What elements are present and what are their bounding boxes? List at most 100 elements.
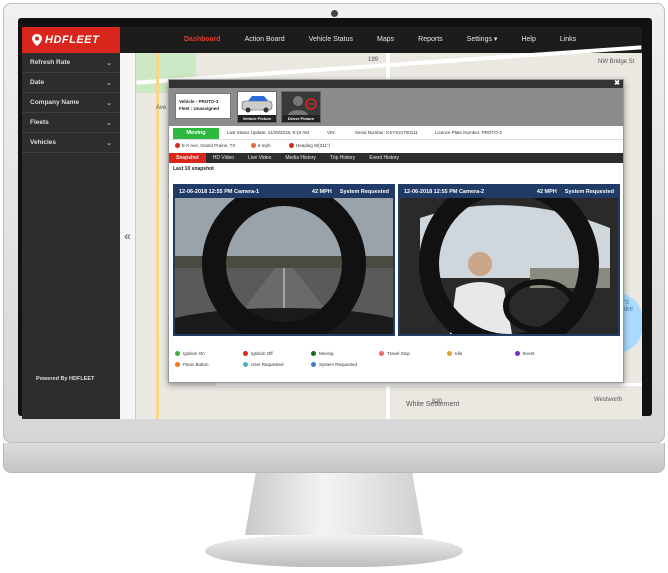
chevron-down-icon: ⌄ bbox=[106, 99, 112, 107]
location-pin-icon bbox=[32, 34, 42, 46]
heading-text: Heading W(311°) bbox=[296, 143, 331, 148]
tab-media-history[interactable]: Media History bbox=[278, 153, 323, 163]
legend-dot bbox=[175, 362, 180, 367]
map-road bbox=[216, 383, 642, 386]
monitor-stand-neck bbox=[245, 473, 423, 535]
chevron-down-icon: ⌄ bbox=[106, 119, 112, 127]
legend-dot bbox=[379, 351, 384, 356]
tab-event-history[interactable]: Event History bbox=[362, 153, 406, 163]
legend-label: Panic Button bbox=[183, 362, 209, 367]
monitor-chin bbox=[3, 443, 665, 473]
event-legend: Ignition On Ignition Off Moving Travel S… bbox=[169, 348, 623, 374]
nav-vehicle-status[interactable]: Vehicle Status bbox=[297, 27, 365, 53]
camera-2-trigger: System Requested bbox=[564, 189, 614, 195]
brand-logo[interactable]: HDFLEET bbox=[22, 27, 120, 53]
address-text: E K Ave, Grand Prairie, TX bbox=[182, 143, 236, 148]
webcam-dot bbox=[331, 10, 338, 17]
status-badge: Moving bbox=[173, 128, 219, 139]
snapshot-title: Last 10 snapshot bbox=[173, 166, 214, 172]
camera-1-trigger: System Requested bbox=[339, 189, 389, 195]
nav-help[interactable]: Help bbox=[509, 27, 547, 53]
sidebar-item-vehicles[interactable]: Vehicles ⌄ bbox=[22, 133, 120, 153]
chevron-down-icon: ⌄ bbox=[106, 79, 112, 87]
modal-header: ✖ bbox=[169, 80, 623, 88]
heading-item: Heading W(311°) bbox=[289, 143, 330, 148]
camera-2-header: 12-06-2018 12:55 PM Camera-2 42 MPH Syst… bbox=[400, 186, 618, 198]
vehicle-strip: Vehicle : PROTO-3 Fleet : Unassigned Veh… bbox=[169, 88, 623, 126]
fleet-label: Fleet : Unassigned bbox=[179, 106, 220, 111]
nav-dashboard[interactable]: Dashboard bbox=[172, 27, 233, 53]
vehicle-info-card: Vehicle : PROTO-3 Fleet : Unassigned bbox=[175, 93, 231, 119]
filter-sidebar: Refresh Rate ⌄ Date ⌄ Company Name ⌄ Fle… bbox=[22, 53, 120, 419]
driver-picture-caption: Driver Picture bbox=[282, 115, 320, 122]
legend-label: System Requested bbox=[319, 362, 358, 367]
sidebar-item-label: Vehicles bbox=[30, 139, 57, 146]
legend-label: Idle bbox=[455, 351, 463, 356]
driver-picture-thumb[interactable]: Driver Picture bbox=[281, 91, 321, 123]
legend-item: User Requested bbox=[243, 362, 284, 367]
legend-label: User Requested bbox=[251, 362, 284, 367]
sidebar-item-label: Fleets bbox=[30, 119, 49, 126]
top-navbar: HDFLEET Dashboard Action Board Vehicle S… bbox=[22, 27, 642, 53]
legend-label: Ignition Off bbox=[251, 351, 273, 356]
nav-reports[interactable]: Reports bbox=[406, 27, 455, 53]
camera-2-cabin-image bbox=[400, 198, 618, 334]
map-label: 199 bbox=[368, 57, 379, 63]
vehicle-picture-thumb[interactable]: Vehicle Picture bbox=[237, 91, 277, 123]
licence-plate: Licence Plate Number: PROTO-3 bbox=[435, 130, 502, 135]
camera-1-speed: 42 MPH bbox=[311, 189, 332, 195]
tab-snapshot[interactable]: Snapshot bbox=[169, 153, 206, 163]
legend-item: Moving bbox=[311, 351, 334, 356]
vehicle-label: Vehicle : PROTO-3 bbox=[179, 99, 219, 104]
chevron-down-icon: ⌄ bbox=[106, 139, 112, 147]
legend-item: Idle bbox=[447, 351, 462, 356]
vehicle-details-modal: ✖ Vehicle : PROTO-3 Fleet : Unassigned V… bbox=[168, 79, 624, 383]
location-pin-icon bbox=[175, 143, 180, 148]
nav-maps[interactable]: Maps bbox=[365, 27, 406, 53]
media-tabs: Snapshot HD Video Live Video Media Histo… bbox=[169, 153, 623, 163]
car-icon bbox=[241, 96, 273, 113]
location-row: E K Ave, Grand Prairie, TX 8 mph Heading… bbox=[169, 141, 623, 152]
legend-item: System Requested bbox=[311, 362, 357, 367]
sidebar-item-fleets[interactable]: Fleets ⌄ bbox=[22, 113, 120, 133]
legend-item: Travel Stop bbox=[379, 351, 410, 356]
serial-number: Serial Number: KSYS21700111 bbox=[355, 130, 418, 135]
main-nav: Dashboard Action Board Vehicle Status Ma… bbox=[172, 27, 588, 53]
chevron-down-icon: ⌄ bbox=[106, 59, 112, 67]
legend-item: Panic Button bbox=[175, 362, 209, 367]
speed-item: 8 mph bbox=[251, 143, 271, 148]
camera-1-road-image bbox=[175, 198, 393, 334]
address-item: E K Ave, Grand Prairie, TX bbox=[175, 143, 235, 148]
legend-dot bbox=[311, 362, 316, 367]
sidebar-item-label: Company Name bbox=[30, 99, 80, 106]
legend-dot bbox=[447, 351, 452, 356]
legend-item: Ignition Off bbox=[243, 351, 273, 356]
sidebar-item-company-name[interactable]: Company Name ⌄ bbox=[22, 93, 120, 113]
sidebar-collapse-button[interactable]: « bbox=[120, 53, 136, 419]
legend-label: Travel Stop bbox=[387, 351, 410, 356]
nav-action-board[interactable]: Action Board bbox=[233, 27, 297, 53]
camera-2-panel[interactable]: 12-06-2018 12:55 PM Camera-2 42 MPH Syst… bbox=[398, 184, 620, 336]
vehicle-picture-caption: Vehicle Picture bbox=[238, 115, 276, 122]
legend-dot bbox=[243, 351, 248, 356]
legend-label: Event bbox=[523, 351, 535, 356]
tab-live-video[interactable]: Live Video bbox=[241, 153, 278, 163]
legend-item: Event bbox=[515, 351, 535, 356]
map-label: NW Bridge St bbox=[598, 59, 635, 65]
camera-1-header: 12-06-2018 12:55 PM Camera-1 42 MPH Syst… bbox=[175, 186, 393, 198]
speedometer-icon bbox=[251, 143, 256, 148]
close-icon[interactable]: ✖ bbox=[614, 79, 620, 87]
camera-1-panel[interactable]: 12-06-2018 12:55 PM Camera-1 42 MPH Syst… bbox=[173, 184, 395, 336]
tab-hd-video[interactable]: HD Video bbox=[206, 153, 241, 163]
screen: HDFLEET Dashboard Action Board Vehicle S… bbox=[22, 27, 642, 419]
nav-settings[interactable]: Settings ▾ bbox=[455, 27, 510, 53]
sidebar-item-date[interactable]: Date ⌄ bbox=[22, 73, 120, 93]
tab-trip-history[interactable]: Trip History bbox=[323, 153, 362, 163]
legend-label: Moving bbox=[319, 351, 334, 356]
vin-label: VIN: bbox=[327, 130, 336, 135]
double-chevron-left-icon: « bbox=[124, 229, 131, 243]
sidebar-item-refresh-rate[interactable]: Refresh Rate ⌄ bbox=[22, 53, 120, 73]
map-label: 820 bbox=[432, 399, 443, 405]
legend-dot bbox=[175, 351, 180, 356]
compass-icon bbox=[289, 143, 294, 148]
